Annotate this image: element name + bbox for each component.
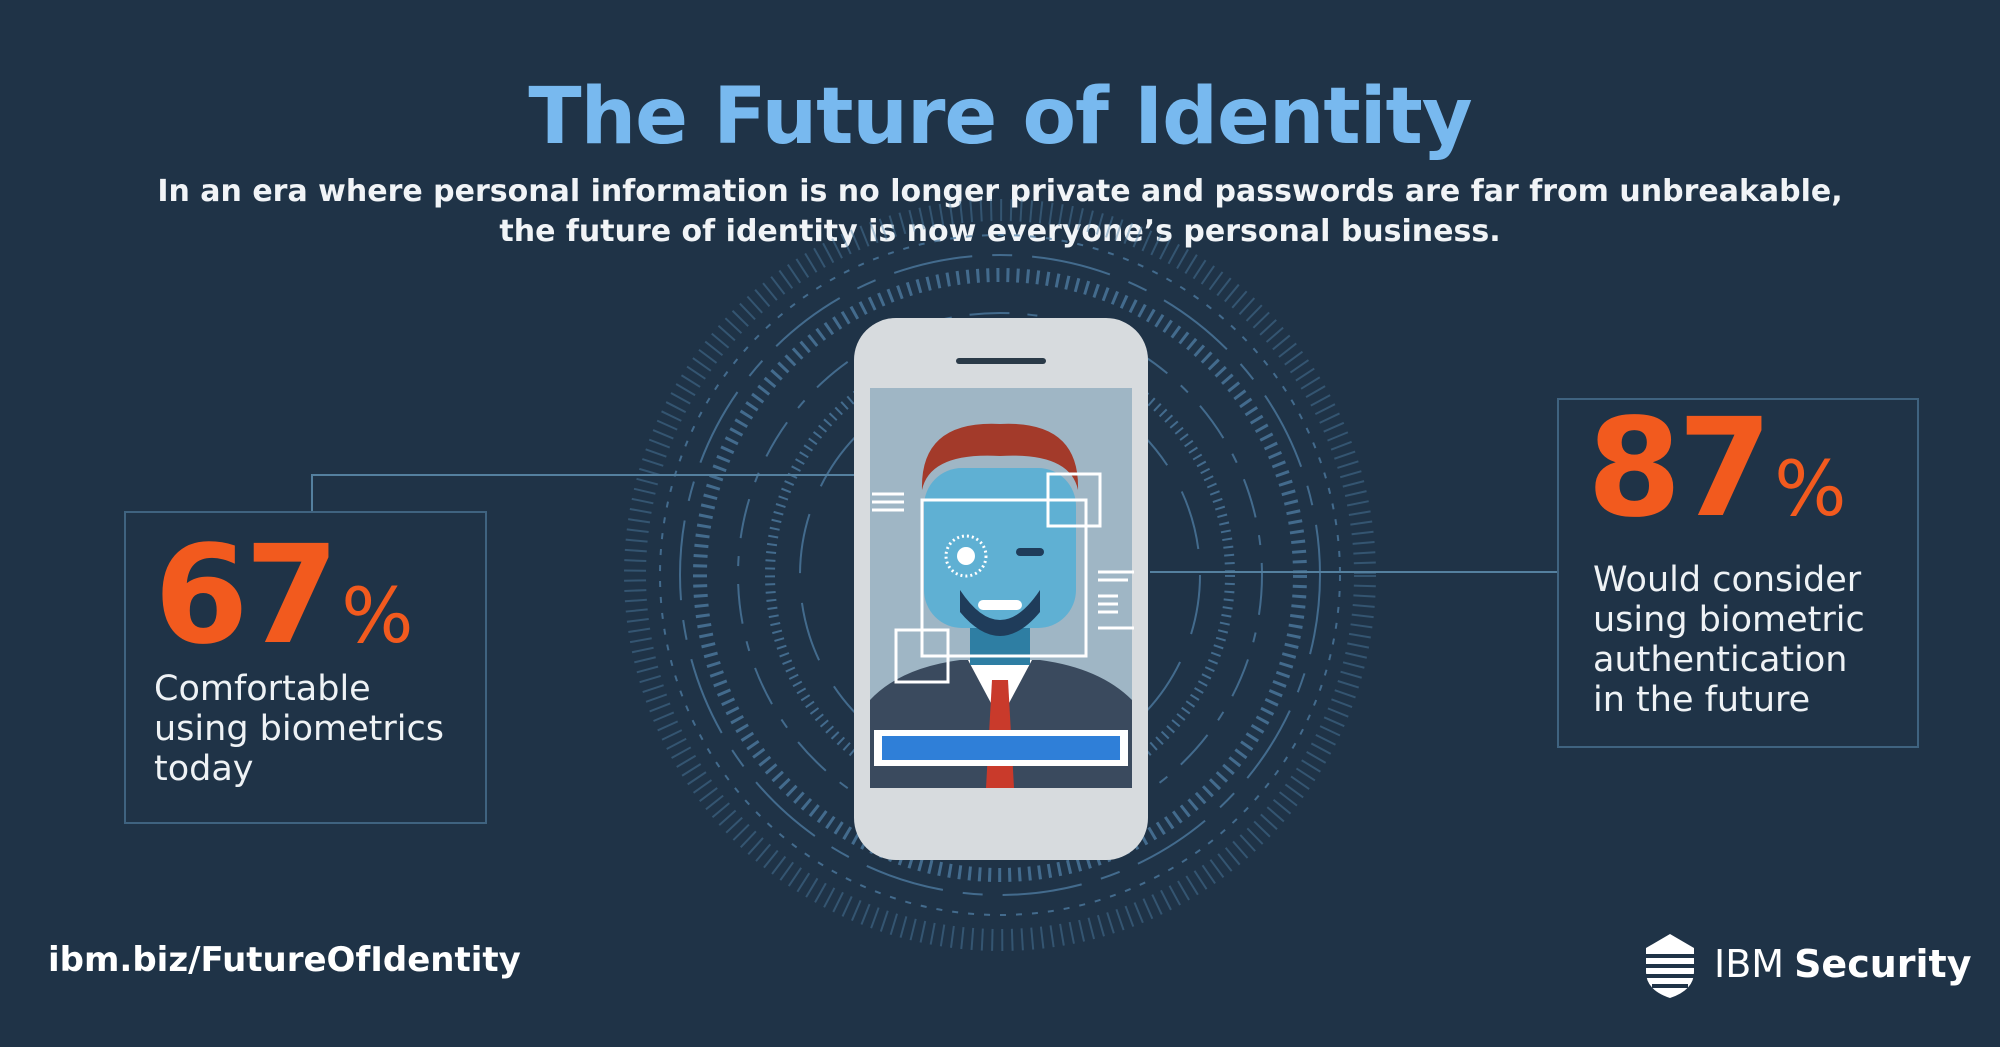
label-line: authentication xyxy=(1593,640,1848,680)
stat-label-comfortable: Comfortable using biometrics today xyxy=(154,669,484,789)
ibm-security-logo-icon xyxy=(1646,934,1694,998)
stat-number: 67 xyxy=(154,517,339,675)
brand-text: IBM Security xyxy=(1714,942,1971,986)
label-line: Comfortable xyxy=(154,669,371,709)
brand-prefix: IBM xyxy=(1714,942,1785,986)
label-line: using biometric xyxy=(1593,600,1865,640)
phone-graphic xyxy=(854,318,1148,860)
stat-value-67: 67% xyxy=(154,517,413,675)
stat-percent: % xyxy=(1774,444,1847,533)
label-line: in the future xyxy=(1593,680,1811,720)
stat-percent: % xyxy=(341,571,414,660)
brand-suffix: Security xyxy=(1794,942,1972,986)
label-line: Would consider xyxy=(1593,560,1862,600)
label-line: using biometrics xyxy=(154,709,444,749)
stat-value-87: 87% xyxy=(1587,390,1846,548)
ibm-security-brand: IBM Security xyxy=(1642,930,1971,1000)
stat-card-would-consider: 87% Would consider using biometric authe… xyxy=(1557,390,1919,748)
label-line: today xyxy=(154,749,254,789)
stat-number: 87 xyxy=(1587,390,1772,548)
stat-label-would-consider: Would consider using biometric authentic… xyxy=(1593,560,1913,720)
stat-card-comfortable: 67% Comfortable using biometrics today xyxy=(124,511,487,824)
footer-url-link[interactable]: ibm.biz/FutureOfIdentity xyxy=(48,940,521,980)
